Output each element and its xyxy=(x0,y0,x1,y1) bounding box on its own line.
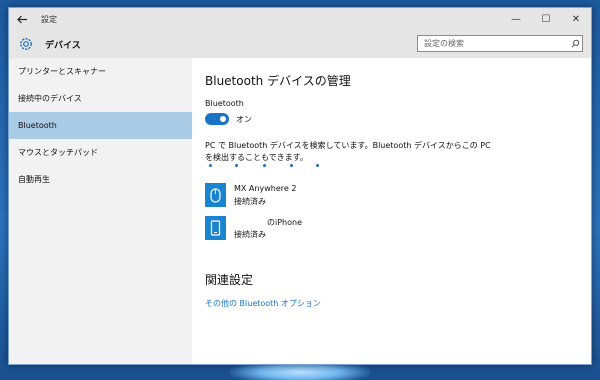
progress-dot xyxy=(209,164,212,167)
sidebar-item-mouse-touchpad[interactable]: マウスとタッチパッド xyxy=(9,139,192,166)
maximize-button[interactable]: ☐ xyxy=(531,8,561,30)
maximize-icon: ☐ xyxy=(541,13,551,25)
gear-icon xyxy=(17,35,35,53)
title-bar: 設定 — ☐ ✕ xyxy=(9,8,591,30)
device-name: MX Anywhere 2 xyxy=(234,184,297,193)
more-bluetooth-options-link[interactable]: その他の Bluetooth オプション xyxy=(205,298,321,309)
sidebar-item-label: マウスとタッチパッド xyxy=(18,148,98,157)
device-status: 接続済み xyxy=(234,197,266,206)
back-arrow-icon xyxy=(16,15,27,23)
sidebar-item-printers[interactable]: プリンターとスキャナー xyxy=(9,58,192,85)
sidebar-item-label: Bluetooth xyxy=(18,121,57,130)
sidebar-item-bluetooth[interactable]: Bluetooth xyxy=(9,112,192,139)
bluetooth-toggle[interactable] xyxy=(205,113,229,125)
settings-window: 設定 — ☐ ✕ デバイス 設定の検索 プリンターとスキャナー 接続中のデバイス… xyxy=(8,7,592,365)
close-icon: ✕ xyxy=(571,13,581,25)
minimize-button[interactable]: — xyxy=(501,8,531,30)
sidebar: プリンターとスキャナー 接続中のデバイス Bluetooth マウスとタッチパッ… xyxy=(9,58,192,364)
sidebar-item-label: 自動再生 xyxy=(18,175,50,184)
close-button[interactable]: ✕ xyxy=(561,8,591,30)
window-controls: — ☐ ✕ xyxy=(501,8,591,30)
sidebar-item-connected-devices[interactable]: 接続中のデバイス xyxy=(9,85,192,112)
device-status: 接続済み xyxy=(234,230,266,239)
device-item[interactable]: のiPhone 接続済み xyxy=(205,216,505,242)
main-content: Bluetooth デバイスの管理 Bluetooth オン PC で Blue… xyxy=(192,58,591,364)
scan-description: PC で Bluetooth デバイスを検索しています。Bluetooth デバ… xyxy=(205,140,585,164)
description-line: PC で Bluetooth デバイスを検索しています。Bluetooth デバ… xyxy=(205,141,491,150)
sidebar-item-autoplay[interactable]: 自動再生 xyxy=(9,166,192,193)
progress-dot xyxy=(263,164,266,167)
phone-icon xyxy=(205,216,226,240)
device-item[interactable]: MX Anywhere 2 接続済み xyxy=(205,183,505,209)
search-icon[interactable] xyxy=(568,39,582,48)
progress-dot xyxy=(290,164,293,167)
toggle-state-label: オン xyxy=(236,115,252,124)
search-box[interactable]: 設定の検索 xyxy=(417,35,583,52)
back-button[interactable] xyxy=(9,8,35,30)
sidebar-item-label: プリンターとスキャナー xyxy=(18,67,106,76)
minimize-icon: — xyxy=(511,13,521,25)
device-name: のiPhone xyxy=(267,218,303,227)
window-title: 設定 xyxy=(41,14,57,24)
description-line: を検出することもできます。 xyxy=(205,153,308,162)
sidebar-item-label: 接続中のデバイス xyxy=(18,94,82,103)
related-settings-title: 関連設定 xyxy=(205,273,254,287)
section-title: デバイス xyxy=(45,41,81,51)
header-row: デバイス 設定の検索 xyxy=(9,30,591,58)
mouse-icon xyxy=(205,183,226,207)
progress-dot xyxy=(316,164,319,167)
bluetooth-label: Bluetooth xyxy=(205,99,244,108)
progress-dot xyxy=(235,164,238,167)
page-title: Bluetooth デバイスの管理 xyxy=(205,74,351,88)
searching-progress-dots xyxy=(209,164,329,170)
search-input[interactable]: 設定の検索 xyxy=(418,38,568,49)
